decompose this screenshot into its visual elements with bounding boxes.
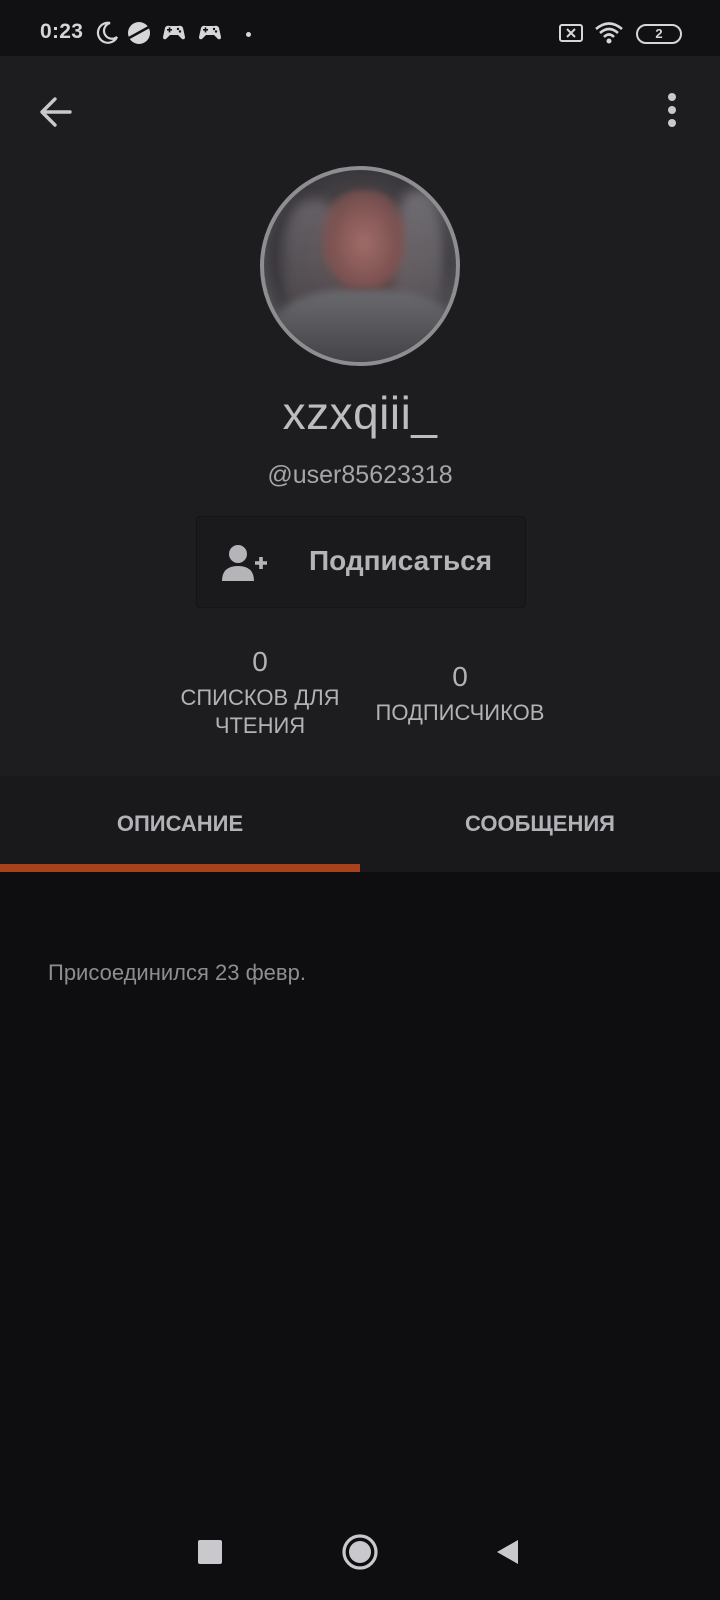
status-time: 0:23	[40, 20, 84, 43]
username: @user85623318	[267, 461, 453, 489]
sim-off-icon	[559, 24, 583, 42]
more-vertical-icon[interactable]	[660, 90, 684, 130]
recents-square-icon[interactable]	[198, 1540, 222, 1564]
stat-count: 0	[252, 646, 268, 677]
gamepad-icon	[163, 25, 185, 40]
wifi-icon	[595, 22, 623, 44]
status-bar: 0:23 2	[0, 0, 720, 56]
user-plus-icon	[222, 545, 267, 581]
follow-button[interactable]: Подписаться	[196, 516, 526, 608]
tab-bar: ОПИСАНИЕ СООБЩЕНИЯ	[0, 776, 720, 872]
notification-dot	[246, 32, 251, 37]
stat-reading-lists[interactable]: 0 списков для чтения	[160, 646, 360, 740]
back-triangle-icon[interactable]	[494, 1538, 520, 1566]
stat-followers[interactable]: 0 подписчиков	[360, 661, 560, 727]
stat-count: 0	[452, 661, 468, 692]
avatar[interactable]	[260, 166, 460, 366]
stat-label: списков для чтения	[180, 685, 340, 738]
avatar-photo-part	[322, 190, 406, 286]
arrow-left-icon[interactable]	[38, 94, 74, 130]
battery-icon: 2	[636, 24, 682, 44]
planet-icon	[128, 22, 150, 44]
profile-header: xzxqiii_ @user85623318 Подписаться 0 спи…	[0, 56, 720, 776]
follow-label: Подписаться	[309, 545, 493, 576]
screen: 0:23 2 xzxqiii_ @user85623318 Подписатьс…	[0, 0, 720, 1600]
avatar-photo-part	[274, 290, 454, 362]
joined-date: Присоединился 23 февр.	[48, 960, 306, 985]
stat-label: подписчиков	[375, 700, 545, 725]
display-name: xzxqiii_	[282, 387, 438, 439]
gamepad-icon	[199, 25, 221, 40]
home-circle-icon[interactable]	[341, 1533, 379, 1571]
active-tab-indicator	[0, 864, 360, 872]
navigation-bar	[0, 1500, 720, 1600]
tab-description[interactable]: ОПИСАНИЕ	[0, 776, 360, 872]
tab-messages[interactable]: СООБЩЕНИЯ	[360, 776, 720, 872]
moon-icon	[96, 21, 118, 44]
